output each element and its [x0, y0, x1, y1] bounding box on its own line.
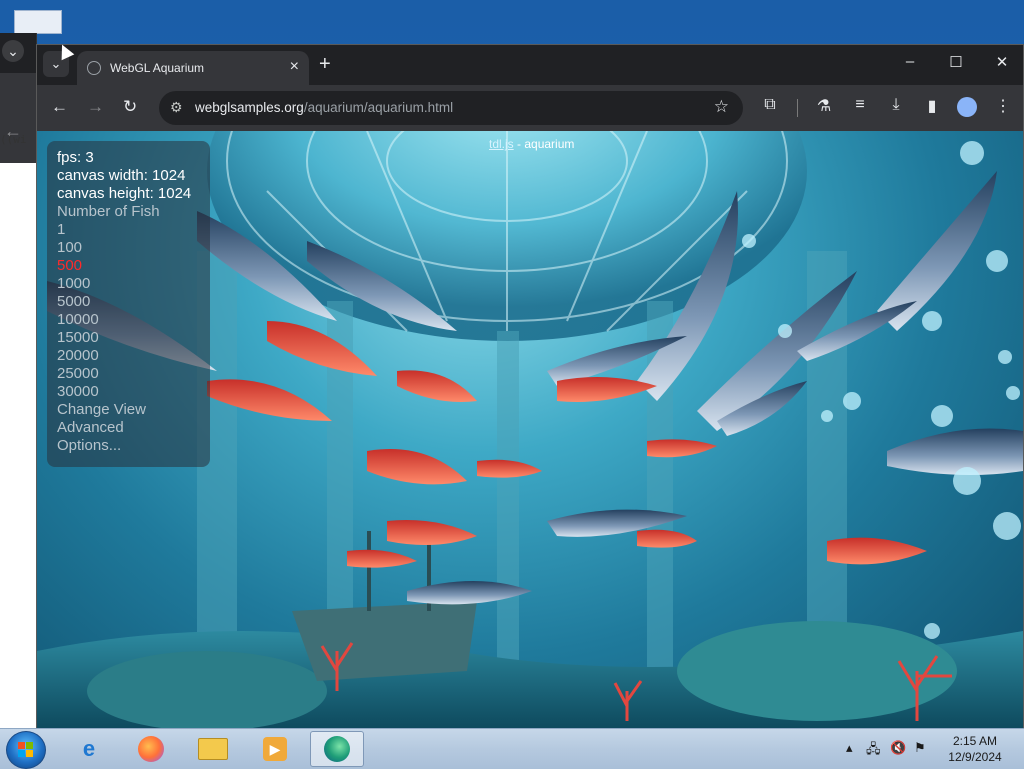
background-window[interactable]: ⌄ ← ((wi	[0, 33, 37, 728]
fish-option-20000[interactable]: 20000	[57, 347, 200, 365]
media-player-icon[interactable]: ▶	[252, 731, 298, 767]
options-button[interactable]: Options...	[57, 437, 200, 455]
advanced-button[interactable]: Advanced	[57, 419, 200, 437]
fish-option-1[interactable]: 1	[57, 221, 200, 239]
new-tab-button[interactable]: +	[319, 53, 331, 76]
download-icon[interactable]: ⤓	[885, 96, 907, 114]
explorer-folder-icon[interactable]	[190, 731, 236, 767]
volume-muted-icon[interactable]: 🔇	[890, 740, 906, 756]
scene-title: tdl.js - aquarium	[489, 137, 575, 151]
tab-title: WebGL Aquarium	[110, 61, 205, 75]
background-window-toolbar: ←	[0, 73, 36, 163]
url-text[interactable]: webglsamples.org/aquarium/aquarium.html	[195, 100, 453, 115]
reload-icon[interactable]: ↻	[123, 97, 137, 117]
show-hidden-icons-icon[interactable]: ▴	[846, 740, 853, 756]
toolbar-separator	[797, 99, 798, 117]
minimize-button[interactable]: –	[895, 53, 925, 70]
windows-flag-icon	[18, 742, 34, 758]
action-center-flag-icon[interactable]: ⚑	[914, 740, 926, 756]
chevron-down-icon[interactable]: ⌄	[2, 40, 24, 62]
canvas-height-readout: canvas height: 1024	[57, 185, 192, 202]
close-window-button[interactable]: ✕	[987, 53, 1017, 71]
address-bar[interactable]: ⚙ webglsamples.org/aquarium/aquarium.htm…	[159, 91, 743, 125]
control-panel: fps: 3 canvas width: 1024 canvas height:…	[47, 141, 210, 467]
windows-start-icon[interactable]	[6, 731, 46, 769]
fish-option-10000[interactable]: 10000	[57, 311, 200, 329]
menu-kebab-icon[interactable]: ⋮	[992, 96, 1014, 116]
taskbar: e ▶ ▴ 🖧 🔇 ⚑ 2:15 AM 12/9/2024	[0, 728, 1024, 769]
forward-icon[interactable]: →	[87, 97, 104, 117]
globe-icon	[87, 61, 101, 75]
media-queue-icon[interactable]: ≡	[849, 96, 871, 114]
fish-option-30000[interactable]: 30000	[57, 383, 200, 401]
fish-option-25000[interactable]: 25000	[57, 365, 200, 383]
labs-icon[interactable]: ⚗	[813, 96, 835, 116]
maximize-button[interactable]: ☐	[941, 53, 971, 71]
fish-option-15000[interactable]: 15000	[57, 329, 200, 347]
background-code-snippet: ((wi	[0, 133, 27, 146]
clock-date: 12/9/2024	[948, 750, 1002, 764]
fps-readout: fps: 3	[57, 149, 94, 166]
side-panel-icon[interactable]: ▮	[921, 96, 943, 116]
number-of-fish-label: Number of Fish	[57, 203, 160, 220]
bookmark-star-icon[interactable]: ☆	[714, 97, 729, 117]
network-icon[interactable]: 🖧	[866, 740, 881, 762]
fish-option-1000[interactable]: 1000	[57, 275, 200, 293]
fish-option-5000[interactable]: 5000	[57, 293, 200, 311]
browser-window: ⌄ WebGL Aquarium × + – ☐ ✕ ← → ↻ ⚙ webgl…	[36, 44, 1024, 728]
canvas-width-readout: canvas width: 1024	[57, 167, 186, 184]
firefox-icon[interactable]	[128, 731, 174, 767]
system-clock[interactable]: 2:15 AM 12/9/2024	[940, 733, 1010, 765]
tab-close-icon[interactable]: ×	[290, 58, 299, 76]
site-info-icon[interactable]: ⚙	[170, 99, 183, 116]
fish-option-100[interactable]: 100	[57, 239, 200, 257]
profile-avatar-icon[interactable]	[957, 97, 977, 117]
extensions-icon[interactable]: ⧉	[759, 96, 781, 114]
ie-icon[interactable]: e	[66, 731, 112, 767]
browser-toolbar: ← → ↻ ⚙ webglsamples.org/aquarium/aquari…	[37, 85, 1023, 131]
tab-webgl-aquarium[interactable]: WebGL Aquarium ×	[77, 51, 309, 85]
aquarium-canvas[interactable]: tdl.js - aquarium fps: 3 canvas width: 1…	[37, 131, 1023, 728]
clock-time: 2:15 AM	[952, 734, 998, 748]
fish-option-500[interactable]: 500	[57, 257, 200, 275]
back-icon[interactable]: ←	[51, 97, 68, 117]
edge-icon[interactable]	[310, 731, 364, 767]
tdl-link[interactable]: tdl.js	[489, 137, 514, 151]
background-window-titlebar: ⌄	[0, 33, 36, 73]
desktop-icon[interactable]	[14, 10, 62, 34]
change-view-button[interactable]: Change View	[57, 401, 200, 419]
tab-bar: ⌄ WebGL Aquarium × + – ☐ ✕	[37, 45, 1023, 85]
